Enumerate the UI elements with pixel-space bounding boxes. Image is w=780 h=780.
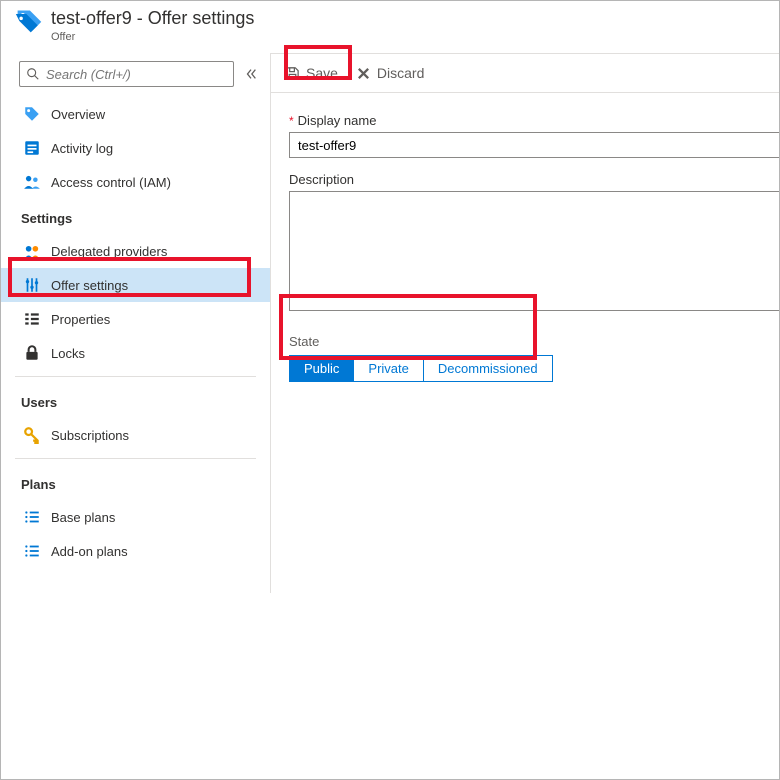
sidebar-item-label: Overview	[51, 107, 105, 122]
close-icon	[356, 66, 371, 81]
display-name-label: * Display name	[289, 113, 779, 128]
state-label: State	[289, 334, 779, 349]
providers-icon	[23, 242, 41, 260]
blade-header: test-offer9 - Offer settings Offer	[1, 1, 779, 53]
sidebar-item-label: Subscriptions	[51, 428, 129, 443]
sidebar-item-label: Activity log	[51, 141, 113, 156]
search-field[interactable]	[46, 67, 227, 82]
key-icon	[23, 426, 41, 444]
sidebar-item-properties[interactable]: Properties	[1, 302, 270, 336]
list-icon	[23, 508, 41, 526]
sidebar-item-subscriptions[interactable]: Subscriptions	[1, 418, 270, 452]
required-indicator: *	[289, 114, 294, 128]
sidebar-section-plans: Plans	[1, 465, 270, 500]
sidebar-section-settings: Settings	[1, 199, 270, 234]
state-segmented-control: Public Private Decommissioned	[289, 355, 553, 382]
sidebar-item-label: Properties	[51, 312, 110, 327]
blade-subtitle: Offer	[51, 31, 254, 43]
description-label: Description	[289, 172, 779, 187]
tag-icon	[23, 105, 41, 123]
state-option-private[interactable]: Private	[354, 356, 423, 381]
save-label: Save	[306, 65, 338, 81]
sidebar-section-users: Users	[1, 383, 270, 418]
sidebar-item-overview[interactable]: Overview	[1, 97, 270, 131]
offer-tag-icon	[15, 7, 43, 35]
search-icon	[26, 67, 46, 81]
sidebar-item-base-plans[interactable]: Base plans	[1, 500, 270, 534]
sidebar-item-activity-log[interactable]: Activity log	[1, 131, 270, 165]
discard-label: Discard	[377, 65, 424, 81]
collapse-sidebar-icon[interactable]	[244, 67, 258, 81]
sidebar: Overview Activity log Access control (IA…	[1, 53, 271, 593]
discard-button[interactable]: Discard	[356, 54, 424, 92]
content-panel: Save Discard * Display name Description …	[271, 53, 779, 780]
toolbar: Save Discard	[271, 53, 779, 93]
display-name-input[interactable]	[289, 132, 779, 158]
lock-icon	[23, 344, 41, 362]
state-option-public[interactable]: Public	[290, 356, 354, 381]
sliders-icon	[23, 276, 41, 294]
sidebar-item-locks[interactable]: Locks	[1, 336, 270, 370]
state-option-decommissioned[interactable]: Decommissioned	[424, 356, 552, 381]
sidebar-item-delegated-providers[interactable]: Delegated providers	[1, 234, 270, 268]
sidebar-item-label: Offer settings	[51, 278, 128, 293]
sidebar-item-label: Add-on plans	[51, 544, 128, 559]
blade-title: test-offer9 - Offer settings	[51, 7, 254, 29]
properties-icon	[23, 310, 41, 328]
search-input[interactable]	[19, 61, 234, 87]
sidebar-item-label: Locks	[51, 346, 85, 361]
sidebar-item-offer-settings[interactable]: Offer settings	[1, 268, 270, 302]
activity-log-icon	[23, 139, 41, 157]
sidebar-item-addon-plans[interactable]: Add-on plans	[1, 534, 270, 568]
sidebar-item-label: Access control (IAM)	[51, 175, 171, 190]
description-input[interactable]	[289, 191, 779, 311]
list-icon	[23, 542, 41, 560]
sidebar-item-access-control[interactable]: Access control (IAM)	[1, 165, 270, 199]
divider	[15, 458, 256, 459]
sidebar-item-label: Base plans	[51, 510, 115, 525]
sidebar-item-label: Delegated providers	[51, 244, 167, 259]
save-button[interactable]: Save	[285, 54, 338, 92]
divider	[15, 376, 256, 377]
people-icon	[23, 173, 41, 191]
save-icon	[285, 66, 300, 81]
